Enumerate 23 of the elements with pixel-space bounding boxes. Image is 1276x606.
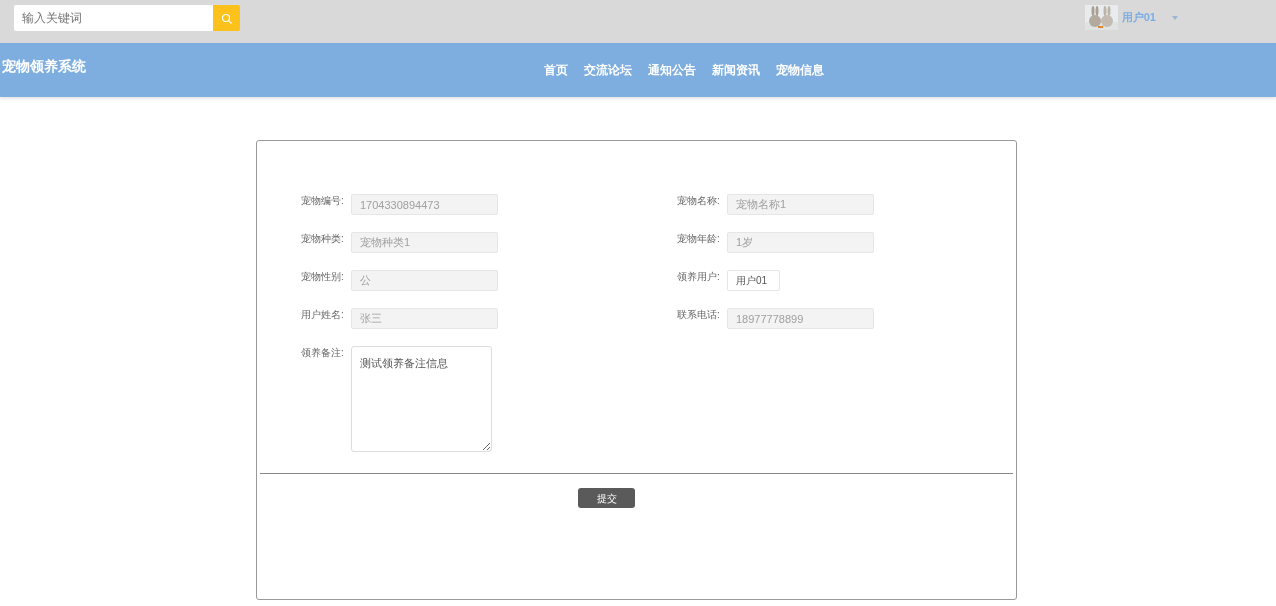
- field-label: 宠物名称:: [677, 194, 721, 208]
- field-label: 宠物性别:: [301, 270, 345, 284]
- remarks-field[interactable]: 测试领养备注信息: [351, 346, 492, 452]
- caret-icon[interactable]: [1172, 15, 1178, 20]
- field-label: 领养用户:: [677, 270, 721, 284]
- nav-link[interactable]: 首页: [536, 61, 576, 79]
- site-title: 宠物领养系统: [1, 57, 87, 76]
- search-field[interactable]: 输入关键词: [14, 5, 213, 31]
- field-label: 宠物种类:: [301, 232, 345, 246]
- search-button[interactable]: [213, 5, 240, 31]
- user-name[interactable]: 用户01: [1121, 9, 1156, 26]
- field-label: 宠物编号:: [301, 194, 345, 208]
- field-label: 宠物年龄:: [677, 232, 721, 246]
- nav-link[interactable]: 新闻资讯: [704, 61, 768, 79]
- nav-link[interactable]: 宠物信息: [768, 61, 832, 79]
- input-field[interactable]: 用户01: [727, 270, 780, 291]
- nav-link[interactable]: 通知公告: [640, 61, 704, 79]
- field-label: 联系电话:: [677, 308, 721, 322]
- submit-button[interactable]: 提交: [578, 488, 635, 508]
- field-label: 用户姓名:: [301, 308, 345, 322]
- field-label: 领养备注:: [301, 346, 345, 360]
- search-icon: [220, 12, 233, 25]
- nav-link[interactable]: 交流论坛: [576, 61, 640, 79]
